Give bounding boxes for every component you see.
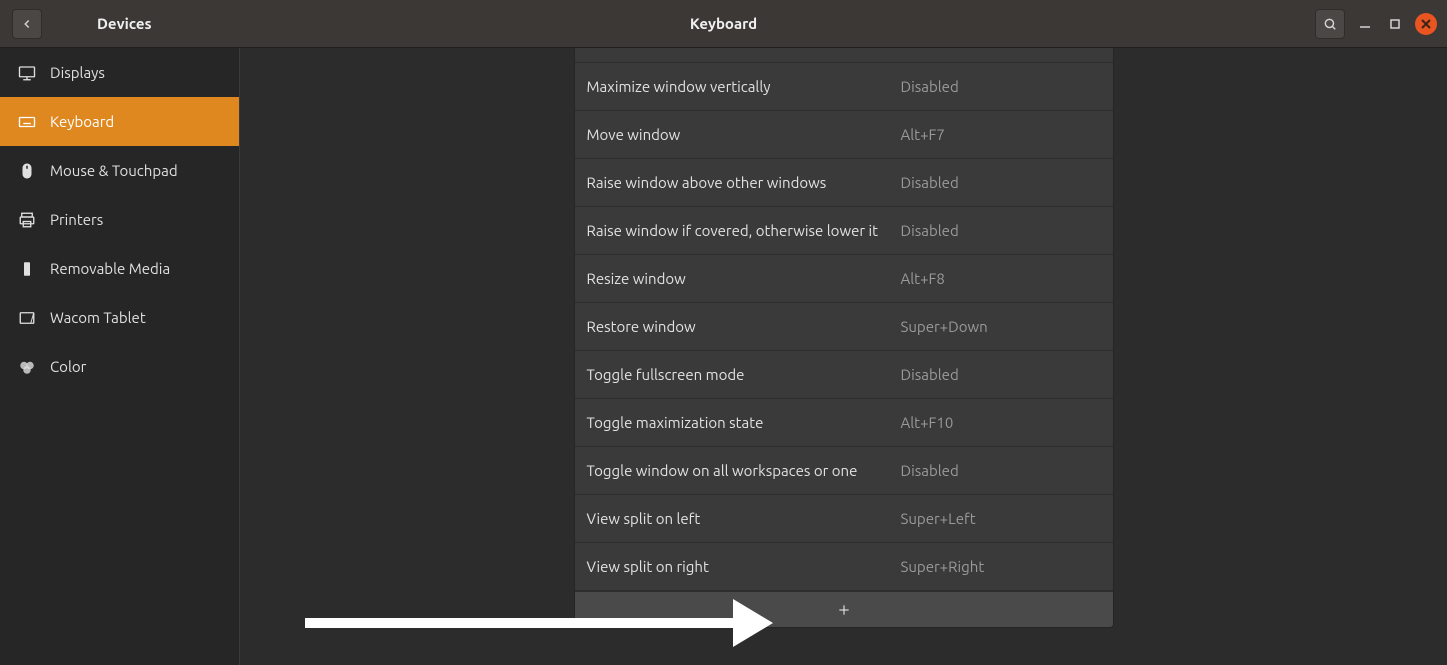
- shortcut-row[interactable]: Move windowAlt+F7: [575, 111, 1113, 159]
- sidebar-item-label: Mouse & Touchpad: [50, 162, 178, 179]
- minimize-button[interactable]: [1355, 14, 1375, 34]
- shortcut-value: Alt+F10: [901, 414, 1101, 431]
- keyboard-icon: [18, 113, 36, 131]
- close-icon: [1421, 19, 1431, 29]
- arrow-head-icon: [733, 599, 773, 647]
- maximize-button[interactable]: [1385, 14, 1405, 34]
- shortcut-label: Raise window if covered, otherwise lower…: [587, 222, 901, 239]
- tablet-icon: [18, 309, 36, 327]
- shortcut-row[interactable]: Toggle maximization stateAlt+F10: [575, 399, 1113, 447]
- header-right-controls: [1315, 9, 1437, 39]
- shortcut-label: View split on right: [587, 558, 901, 575]
- shortcut-label: Raise window above other windows: [587, 174, 901, 191]
- plus-icon: [837, 603, 851, 617]
- shortcut-label: Maximize window vertically: [587, 78, 901, 95]
- shortcut-value: Super+Right: [901, 558, 1101, 575]
- shortcut-label: Restore window: [587, 318, 901, 335]
- color-icon: [18, 358, 36, 376]
- media-icon: [18, 260, 36, 278]
- minimize-icon: [1360, 19, 1370, 29]
- sidebar-item-label: Wacom Tablet: [50, 309, 146, 326]
- shortcut-label: View split on left: [587, 510, 901, 527]
- shortcut-value: Super+Left: [901, 510, 1101, 527]
- shortcut-row[interactable]: View split on leftSuper+Left: [575, 495, 1113, 543]
- shortcut-label: Toggle maximization state: [587, 414, 901, 431]
- shortcut-row[interactable]: Raise window above other windowsDisabled: [575, 159, 1113, 207]
- sidebar-item-label: Printers: [50, 211, 103, 228]
- back-icon: [20, 17, 34, 31]
- shortcut-value: Disabled: [901, 78, 1101, 95]
- sidebar-item-label: Color: [50, 358, 86, 375]
- shortcut-value: Super+Down: [901, 318, 1101, 335]
- sidebar-item-keyboard[interactable]: Keyboard: [0, 97, 239, 146]
- arrow-shaft: [305, 618, 735, 628]
- shortcut-row[interactable]: Toggle window on all workspaces or oneDi…: [575, 447, 1113, 495]
- shortcut-row[interactable]: Resize windowAlt+F8: [575, 255, 1113, 303]
- content-area: Maximize window horizontallyDisabledMaxi…: [240, 48, 1447, 665]
- shortcut-label: Toggle window on all workspaces or one: [587, 462, 901, 479]
- sidebar: Displays Keyboard Mouse & Touchpad Printers…: [0, 48, 240, 665]
- shortcut-label: Move window: [587, 126, 901, 143]
- search-button[interactable]: [1315, 9, 1345, 39]
- sidebar-item-color[interactable]: Color: [0, 342, 239, 391]
- sidebar-item-mouse[interactable]: Mouse & Touchpad: [0, 146, 239, 195]
- sidebar-item-printer[interactable]: Printers: [0, 195, 239, 244]
- displays-icon: [18, 64, 36, 82]
- shortcut-label: Toggle fullscreen mode: [587, 366, 901, 383]
- shortcut-value: Disabled: [901, 462, 1101, 479]
- shortcut-value: Alt+F7: [901, 126, 1101, 143]
- back-button[interactable]: [12, 9, 42, 39]
- shortcut-row[interactable]: Raise window if covered, otherwise lower…: [575, 207, 1113, 255]
- shortcut-row[interactable]: Maximize window horizontallyDisabled: [575, 48, 1113, 63]
- sidebar-item-displays[interactable]: Displays: [0, 48, 239, 97]
- sidebar-item-media[interactable]: Removable Media: [0, 244, 239, 293]
- shortcut-value: Disabled: [901, 174, 1101, 191]
- page-title: Keyboard: [690, 15, 757, 32]
- shortcut-row[interactable]: Maximize window verticallyDisabled: [575, 63, 1113, 111]
- sidebar-item-tablet[interactable]: Wacom Tablet: [0, 293, 239, 342]
- shortcut-value: Alt+F8: [901, 270, 1101, 287]
- shortcut-row[interactable]: View split on rightSuper+Right: [575, 543, 1113, 591]
- maximize-icon: [1390, 19, 1400, 29]
- arrow-annotation: [305, 599, 773, 647]
- mouse-icon: [18, 162, 36, 180]
- shortcut-label: Resize window: [587, 270, 901, 287]
- search-icon: [1323, 17, 1337, 31]
- shortcut-row[interactable]: Restore windowSuper+Down: [575, 303, 1113, 351]
- close-button[interactable]: [1415, 13, 1437, 35]
- shortcut-list: Maximize window horizontallyDisabledMaxi…: [574, 48, 1114, 628]
- header-bar: Devices Keyboard: [0, 0, 1447, 48]
- sidebar-item-label: Keyboard: [50, 113, 114, 130]
- shortcut-value: Disabled: [901, 366, 1101, 383]
- printer-icon: [18, 211, 36, 229]
- shortcut-row[interactable]: Toggle fullscreen modeDisabled: [575, 351, 1113, 399]
- header-section-title: Devices: [97, 15, 152, 32]
- sidebar-item-label: Removable Media: [50, 260, 170, 277]
- shortcut-value: Disabled: [901, 222, 1101, 239]
- sidebar-item-label: Displays: [50, 64, 105, 81]
